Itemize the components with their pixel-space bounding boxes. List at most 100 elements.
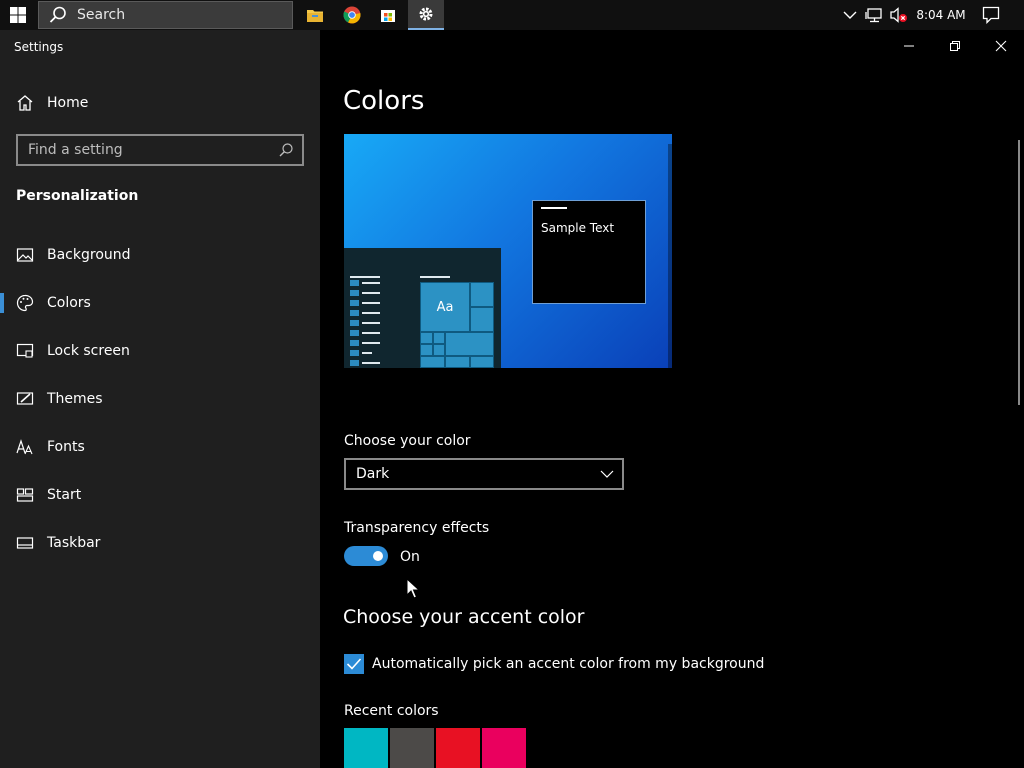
preview-tile [420,344,433,356]
recent-color-swatch[interactable] [390,728,434,768]
preview-list-line [362,292,380,294]
tray-overflow[interactable] [840,0,860,30]
preview-sample-window: Sample Text [532,200,646,304]
sidebar-item-start[interactable]: Start [0,475,320,515]
taskbar-search-label: Search [77,7,126,23]
choose-color-dropdown[interactable]: Dark [344,458,624,490]
taskbar-chrome[interactable] [334,0,370,30]
themes-icon [16,392,34,405]
preview-tile [445,356,470,368]
volume-muted-icon [890,7,907,23]
taskbar-settings[interactable] [408,0,444,30]
file-explorer-icon [307,10,323,22]
taskbar-clock[interactable]: 8:04 AM [914,0,968,30]
notifications-icon [982,6,1000,24]
recent-color-swatch[interactable] [436,728,480,768]
preview-list-line [350,276,380,278]
theme-preview: Aa Sample Text [344,134,672,368]
sidebar-section-title: Personalization [16,188,139,204]
preview-tile [470,307,494,332]
taskbar-store[interactable] [370,0,406,30]
preview-list-bullet [350,340,359,346]
search-icon [49,6,66,23]
recent-colors-label: Recent colors [344,703,439,719]
taskbar-icon [16,537,34,549]
preview-tile [470,356,494,368]
mouse-cursor-icon [406,578,420,599]
fonts-icon [16,439,33,455]
sidebar-item-label: Themes [47,391,103,407]
preview-sample-text: Sample Text [541,221,615,235]
preview-start-menu: Aa [344,248,501,368]
minimize-icon [904,45,914,47]
preview-list-line [362,362,380,364]
sidebar-item-home-label: Home [47,95,89,111]
sidebar-item-lock-screen[interactable]: Lock screen [0,331,320,371]
sidebar-item-home[interactable]: Home [0,83,320,123]
preview-tile-wide [445,332,494,356]
preview-list-line [362,302,380,304]
close-icon [995,40,1007,52]
picture-icon [16,248,34,262]
taskbar: Search 8:04 AM [0,0,1024,30]
preview-list-line [362,342,380,344]
chevron-up-icon [843,11,857,19]
choose-color-value: Dark [356,466,390,482]
sidebar-item-taskbar[interactable]: Taskbar [0,523,320,563]
recent-color-swatch[interactable] [344,728,388,768]
auto-accent-label[interactable]: Automatically pick an accent color from … [372,656,764,672]
recent-color-swatch[interactable] [482,728,526,768]
preview-list-bullet [350,310,359,316]
action-center-button[interactable] [976,0,1006,30]
preview-list-bullet [350,350,359,356]
accent-color-heading: Choose your accent color [343,606,585,628]
sidebar-item-colors[interactable]: Colors [0,283,320,323]
sidebar-item-label: Fonts [47,439,85,455]
store-icon [381,10,395,22]
find-setting-input[interactable]: Find a setting [16,134,304,166]
preview-list-line [362,322,380,324]
settings-sidebar: Settings Home Find a setting Personaliza… [0,30,320,768]
close-button[interactable] [978,30,1024,62]
auto-accent-checkbox[interactable] [344,654,364,674]
transparency-toggle[interactable] [344,546,388,566]
tray-volume[interactable] [886,0,910,30]
settings-content: Colors Aa Sample Text Choose your color … [320,30,1024,768]
preview-tile [420,356,445,368]
windows-start-icon [10,7,26,23]
preview-tile [433,332,445,344]
sidebar-item-fonts[interactable]: Fonts [0,427,320,467]
sidebar-item-label: Background [47,247,131,263]
preview-list-bullet [350,290,359,296]
sidebar-item-background[interactable]: Background [0,235,320,275]
restore-icon [950,41,960,51]
sidebar-item-label: Lock screen [47,343,130,359]
taskbar-file-explorer[interactable] [297,0,333,30]
checkmark-icon [346,658,362,670]
network-icon [865,8,882,23]
search-icon [279,143,293,157]
start-icon [16,488,34,502]
content-scrollbar[interactable] [1018,140,1020,405]
minimize-button[interactable] [886,30,932,62]
preview-tile-large: Aa [420,282,470,332]
preview-list-line [362,332,380,334]
preview-list-bullet [350,280,359,286]
taskbar-search-box[interactable]: Search [38,1,293,29]
sidebar-item-label: Taskbar [47,535,101,551]
find-setting-placeholder: Find a setting [28,142,123,158]
start-button[interactable] [0,0,36,30]
preview-tile [433,344,445,356]
restore-button[interactable] [932,30,978,62]
preview-list-line [362,282,380,284]
tray-network[interactable] [862,0,886,30]
transparency-state: On [400,549,420,565]
sidebar-item-themes[interactable]: Themes [0,379,320,419]
window-title: Settings [14,40,64,54]
page-title: Colors [343,86,425,116]
chrome-icon [343,6,361,24]
preview-list-line [362,312,380,314]
preview-list-bullet [350,360,359,366]
transparency-label: Transparency effects [344,520,490,536]
preview-shadow [668,144,672,368]
